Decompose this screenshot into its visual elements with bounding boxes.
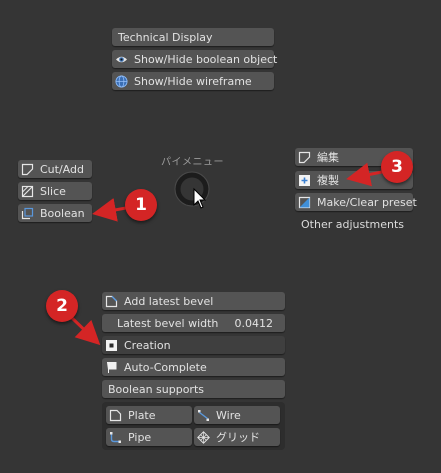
technical-display-button[interactable]: Technical Display (112, 28, 274, 46)
preset-icon (298, 196, 311, 209)
grid-icon (197, 430, 210, 444)
make-clear-preset-label: Make/Clear preset (317, 195, 417, 209)
cut-add-label: Cut/Add (40, 162, 84, 176)
wire-label: Wire (216, 408, 241, 422)
grid-label: グリッド (216, 431, 260, 444)
boolean-supports-label: Boolean supports (108, 382, 205, 396)
cut-add-icon (21, 163, 34, 176)
other-adjustments-label[interactable]: Other adjustments (301, 218, 404, 231)
pipe-icon (109, 431, 122, 444)
globe-icon (115, 75, 128, 88)
eye-icon (115, 53, 128, 66)
show-hide-boolean-button[interactable]: Show/Hide boolean object (112, 50, 278, 68)
edit-label: 編集 (317, 151, 339, 164)
pipe-label: Pipe (128, 430, 152, 444)
slice-label: Slice (40, 184, 66, 198)
technical-display-label: Technical Display (118, 30, 213, 44)
boolean-label: Boolean (40, 206, 85, 220)
plate-button[interactable]: Plate (106, 406, 192, 424)
wire-button[interactable]: Wire (194, 406, 280, 424)
cut-add-button[interactable]: Cut/Add (18, 160, 92, 178)
creation-icon (105, 339, 118, 352)
creation-button[interactable]: Creation (102, 336, 285, 354)
creation-label: Creation (124, 338, 171, 352)
make-clear-preset-button[interactable]: Make/Clear preset (295, 193, 417, 211)
latest-bevel-width-value: 0.0412 (234, 316, 274, 330)
auto-complete-button[interactable]: Auto-Complete (102, 358, 285, 376)
pie-menu-title: パイメニュー (161, 157, 224, 168)
show-hide-wireframe-label: Show/Hide wireframe (134, 74, 252, 88)
boolean-supports-button[interactable]: Boolean supports (102, 380, 285, 398)
grid-button[interactable]: グリッド (194, 428, 280, 446)
plate-icon (109, 409, 122, 422)
slice-icon (21, 185, 34, 198)
flag-icon (105, 361, 118, 374)
boolean-icon (21, 207, 34, 220)
plate-label: Plate (128, 408, 156, 422)
auto-complete-label: Auto-Complete (124, 360, 207, 374)
duplicate-label: 複製 (317, 174, 339, 187)
boolean-button[interactable]: Boolean (18, 204, 92, 222)
bevel-icon (105, 295, 118, 308)
latest-bevel-width-label: Latest bevel width (117, 316, 219, 330)
wire-icon (197, 409, 210, 422)
duplicate-icon (298, 174, 311, 187)
edit-icon (298, 151, 311, 164)
callout-badge-2: 2 (46, 290, 78, 322)
callout-badge-1: 1 (125, 189, 157, 221)
callout-badge-3: 3 (381, 151, 413, 183)
show-hide-boolean-label: Show/Hide boolean object (134, 52, 278, 66)
callout-arrow-2 (70, 316, 101, 346)
add-latest-bevel-label: Add latest bevel (124, 294, 214, 308)
pipe-button[interactable]: Pipe (106, 428, 192, 446)
show-hide-wireframe-button[interactable]: Show/Hide wireframe (112, 72, 274, 90)
latest-bevel-width-field[interactable]: Latest bevel width 0.0412 (102, 314, 285, 332)
add-latest-bevel-button[interactable]: Add latest bevel (102, 292, 285, 310)
slice-button[interactable]: Slice (18, 182, 92, 200)
callout-arrow-1 (92, 198, 127, 222)
